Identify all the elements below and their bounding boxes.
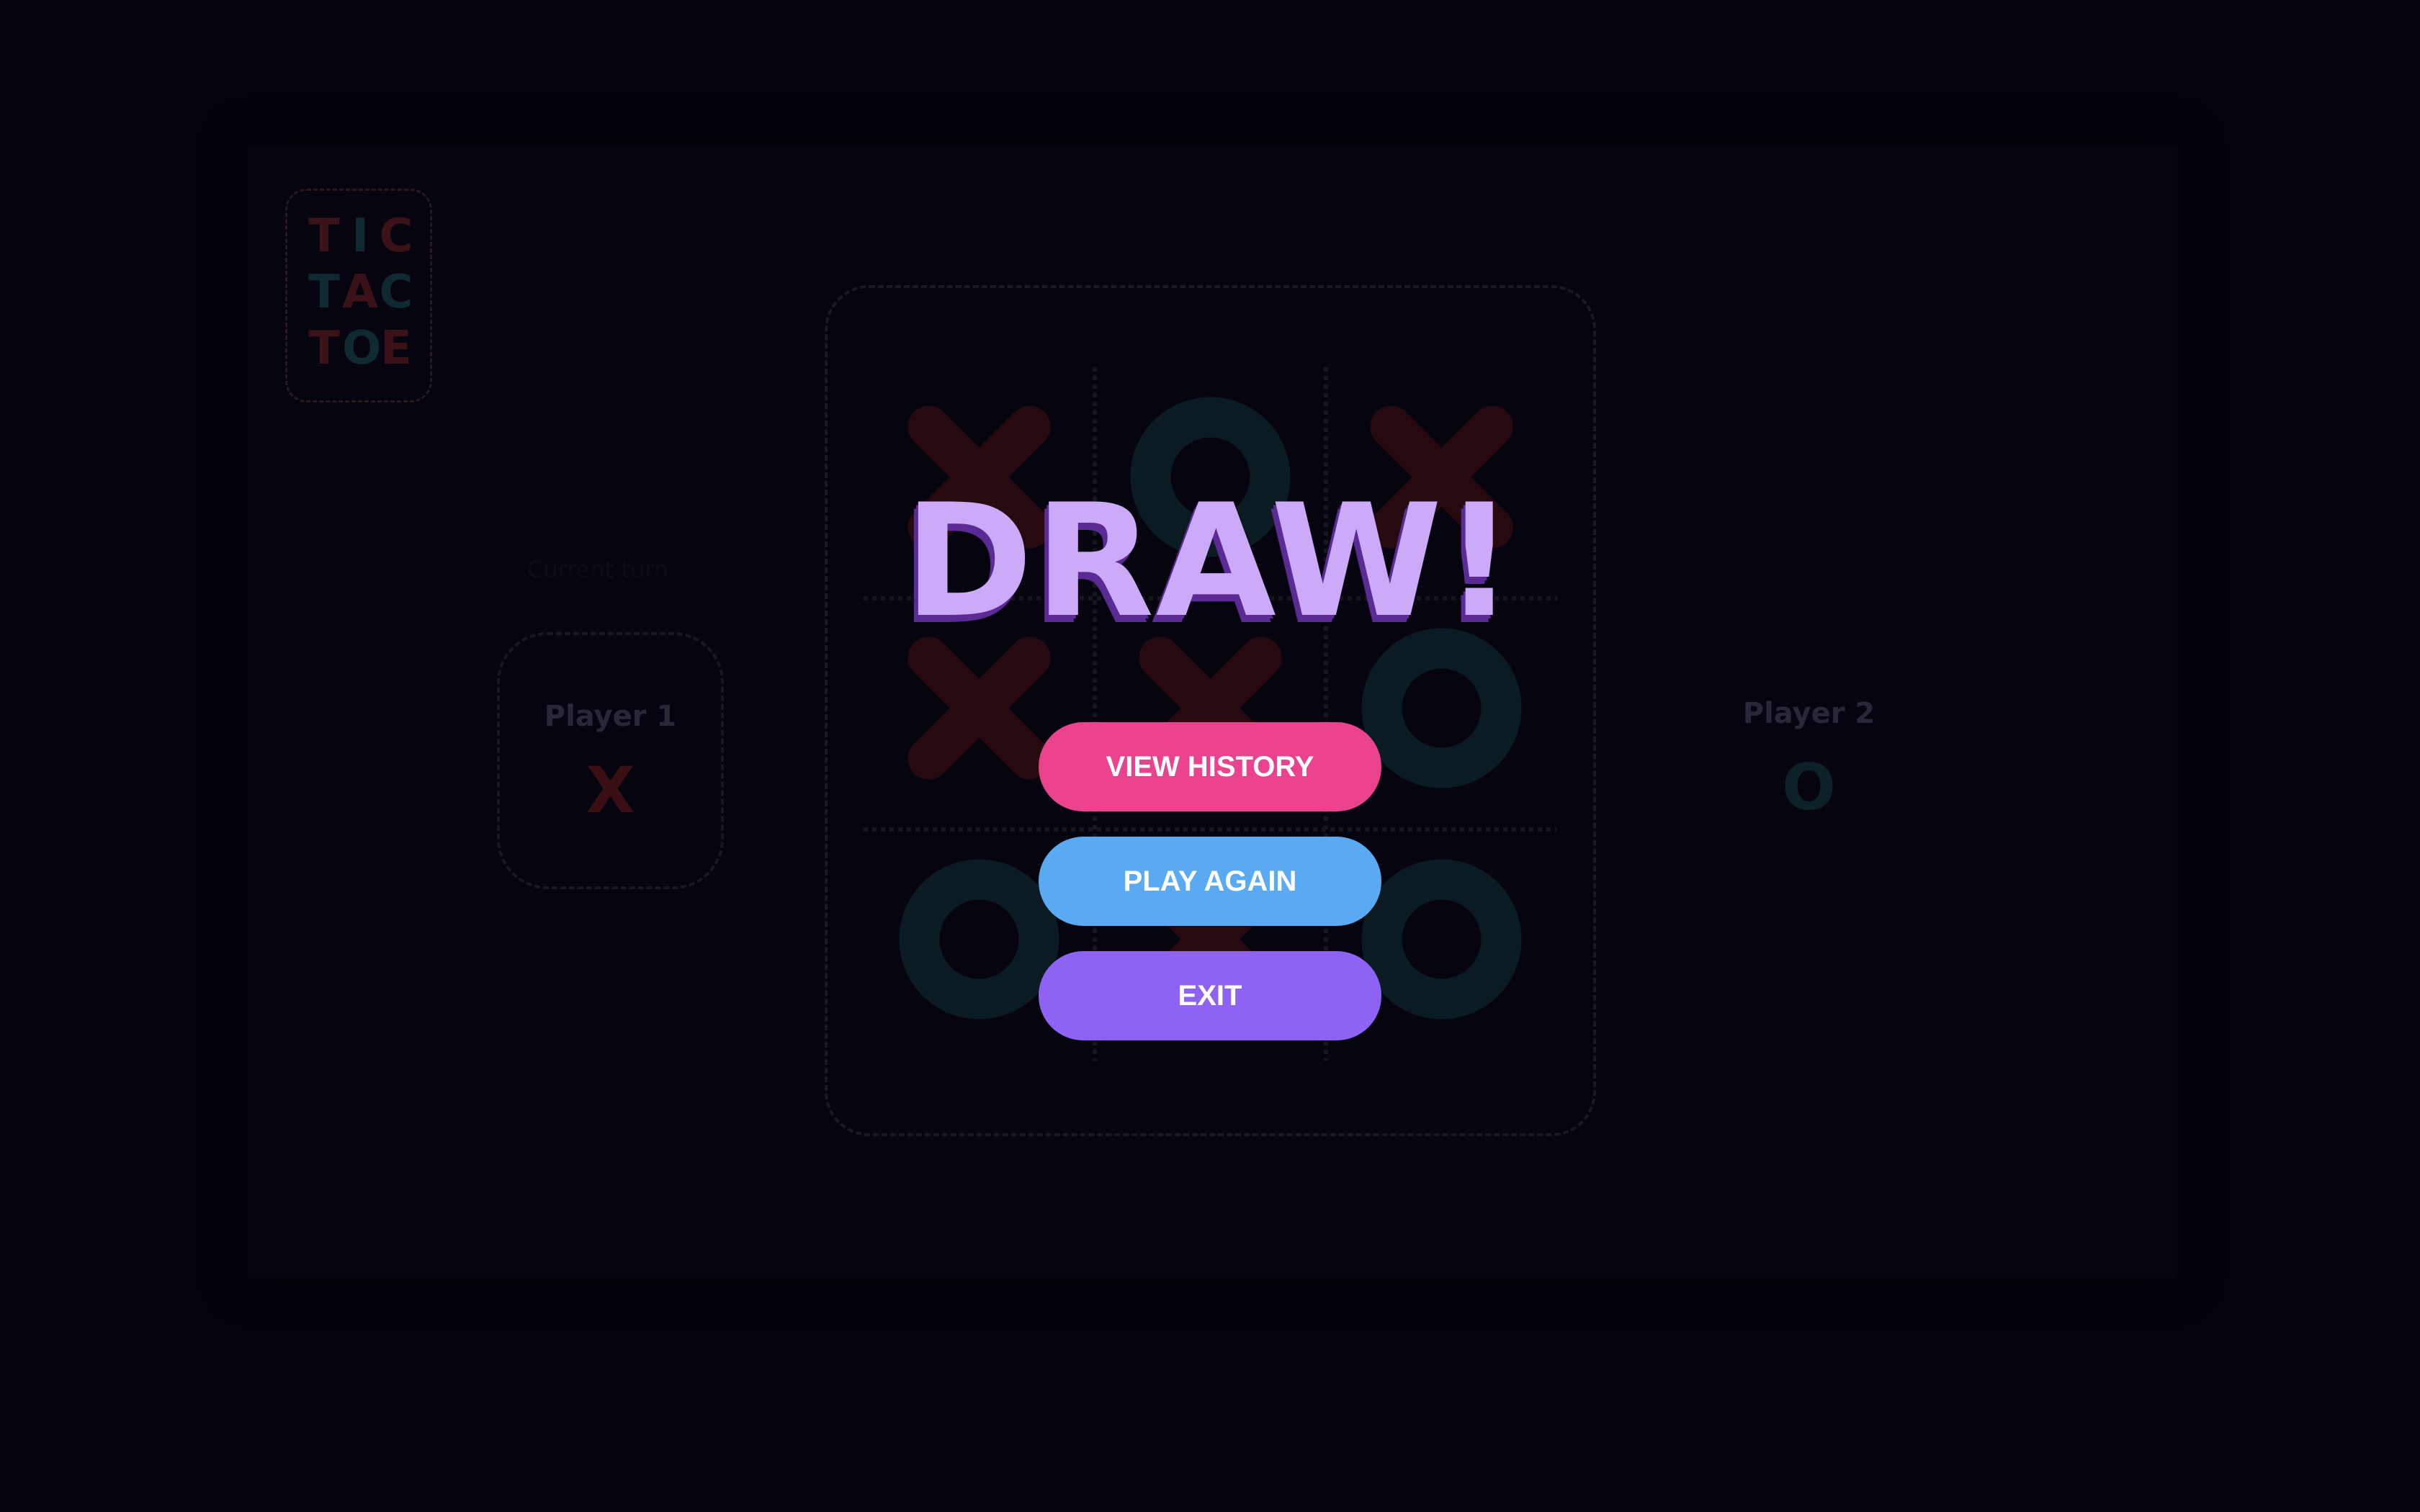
logo-letter: A — [342, 266, 378, 319]
result-title: DRAW! — [904, 471, 1516, 652]
player-1-name: Player 1 — [544, 700, 677, 733]
logo-row: T I C — [306, 208, 430, 264]
logo-letter: T — [308, 210, 340, 263]
player-1-mark: X — [586, 753, 635, 827]
view-history-button[interactable]: VIEW HISTORY — [1039, 722, 1381, 811]
tic-tac-toe-logo: T I C T A C T O E — [285, 189, 432, 402]
logo-letter: C — [379, 210, 413, 263]
player-2-card: Player 2 O — [1695, 632, 1922, 889]
logo-row: T O E — [306, 320, 430, 377]
logo-letter: T — [308, 322, 340, 375]
player-2-mark: O — [1782, 750, 1836, 824]
play-again-button[interactable]: PLAY AGAIN — [1039, 837, 1381, 926]
exit-button[interactable]: EXIT — [1039, 951, 1381, 1040]
player-2-name: Player 2 — [1742, 697, 1876, 730]
current-turn-label: Current turn — [526, 556, 669, 583]
logo-letter: I — [351, 210, 369, 263]
logo-letter: C — [379, 266, 413, 319]
logo-row: T A C — [306, 264, 430, 320]
logo-letter: T — [308, 266, 340, 319]
player-1-card: Player 1 X — [497, 632, 724, 889]
logo-letter: O — [342, 322, 382, 375]
logo-letter: E — [380, 322, 412, 375]
